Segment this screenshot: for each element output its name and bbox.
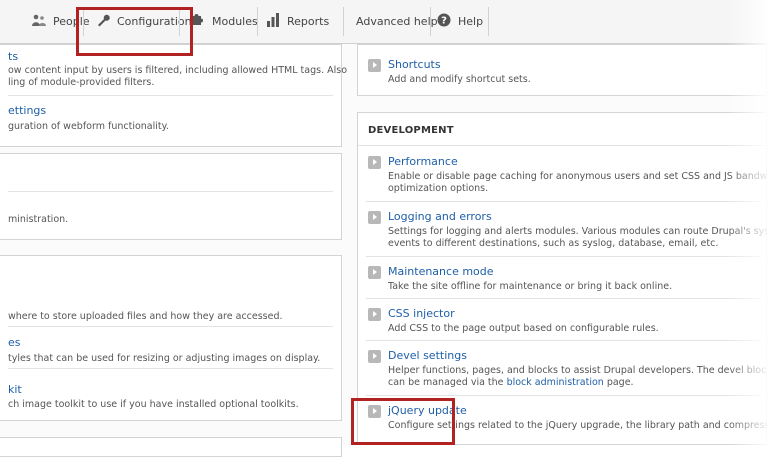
item-divider xyxy=(366,298,761,299)
expand-arrow-icon xyxy=(368,156,381,169)
image-styles-link[interactable]: es xyxy=(8,336,21,349)
item-divider xyxy=(8,191,333,192)
toolbar-divider xyxy=(430,7,431,36)
text-formats-link[interactable]: ts xyxy=(8,50,18,63)
item-divider xyxy=(8,368,333,369)
devel-settings-link[interactable]: Devel settings xyxy=(388,349,467,362)
maintenance-mode-link[interactable]: Maintenance mode xyxy=(388,265,494,278)
webform-settings-link[interactable]: ettings xyxy=(8,104,46,117)
image-toolkit-link[interactable]: kit xyxy=(8,383,22,396)
performance-description: optimization options. xyxy=(388,183,489,194)
webform-settings-description: guration of webform functionality. xyxy=(8,121,169,132)
css-injector-description: Add CSS to the page output based on conf… xyxy=(388,323,659,334)
block-administration-link[interactable]: block administration xyxy=(507,377,604,388)
item-divider xyxy=(366,256,761,257)
svg-text:?: ? xyxy=(441,16,447,27)
expand-arrow-icon xyxy=(368,266,381,279)
help-menu-item[interactable]: ? Help xyxy=(437,0,483,43)
image-toolkit-description: ch image toolkit to use if you have inst… xyxy=(8,399,299,410)
toolbar-divider xyxy=(488,7,489,36)
development-heading: DEVELOPMENT xyxy=(368,125,454,136)
item-divider xyxy=(366,340,761,341)
logging-description: events to different destinations, such a… xyxy=(388,238,719,249)
shortcuts-link[interactable]: Shortcuts xyxy=(388,58,441,71)
image-styles-description: tyles that can be used for resizing or a… xyxy=(8,353,321,364)
text-formats-description: ow content input by users is filtered, i… xyxy=(8,65,348,76)
bar-chart-icon xyxy=(266,13,280,30)
advanced-help-label: Advanced help xyxy=(356,15,438,28)
expand-arrow-icon xyxy=(368,59,381,72)
expand-arrow-icon xyxy=(368,350,381,363)
performance-description: Enable or disable page caching for anony… xyxy=(388,171,767,182)
people-icon xyxy=(32,14,46,29)
file-system-description: where to store uploaded files and how th… xyxy=(8,311,283,322)
logging-errors-link[interactable]: Logging and errors xyxy=(388,210,492,223)
administration-description: ministration. xyxy=(8,214,69,225)
item-divider xyxy=(366,395,761,396)
right-panel-development: DEVELOPMENT Performance Enable or disabl… xyxy=(357,112,767,445)
question-icon: ? xyxy=(437,13,451,30)
logging-description: Settings for logging and alerts modules.… xyxy=(388,226,767,237)
jquery-update-highlight-box xyxy=(351,398,455,445)
expand-arrow-icon xyxy=(368,211,381,224)
performance-link[interactable]: Performance xyxy=(388,155,458,168)
toolbar-divider xyxy=(257,7,258,36)
main-content: ts ow content input by users is filtered… xyxy=(0,44,767,457)
item-divider xyxy=(8,95,333,96)
help-label: Help xyxy=(458,15,484,28)
text-formats-description: ling of module-provided filters. xyxy=(8,77,155,88)
modules-label: Modules xyxy=(212,15,258,28)
devel-description: Helper functions, pages, and blocks to a… xyxy=(388,365,767,376)
shortcuts-description: Add and modify shortcut sets. xyxy=(388,74,531,85)
configuration-highlight-box xyxy=(76,7,193,56)
expand-arrow-icon xyxy=(368,308,381,321)
css-injector-link[interactable]: CSS injector xyxy=(388,307,455,320)
reports-label: Reports xyxy=(287,15,330,28)
section-divider xyxy=(358,145,767,146)
toolbar-divider xyxy=(343,7,344,36)
maintenance-description: Take the site offline for maintenance or… xyxy=(388,281,673,292)
item-divider xyxy=(8,326,333,327)
left-panel-next xyxy=(0,437,342,457)
advanced-help-menu-item[interactable]: Advanced help xyxy=(356,0,438,43)
left-panel-content-authoring: ts ow content input by users is filtered… xyxy=(0,44,347,147)
devel-description: can be managed via the block administrat… xyxy=(388,377,634,388)
item-divider xyxy=(366,201,761,202)
left-panel-media: where to store uploaded files and how th… xyxy=(0,255,342,421)
modules-menu-item[interactable]: Modules xyxy=(191,0,258,43)
puzzle-icon xyxy=(191,13,205,30)
reports-menu-item[interactable]: Reports xyxy=(266,0,329,43)
right-panel-user-interface: Shortcuts Add and modify shortcut sets. xyxy=(357,44,767,96)
left-panel-administration: ministration. xyxy=(0,153,342,240)
